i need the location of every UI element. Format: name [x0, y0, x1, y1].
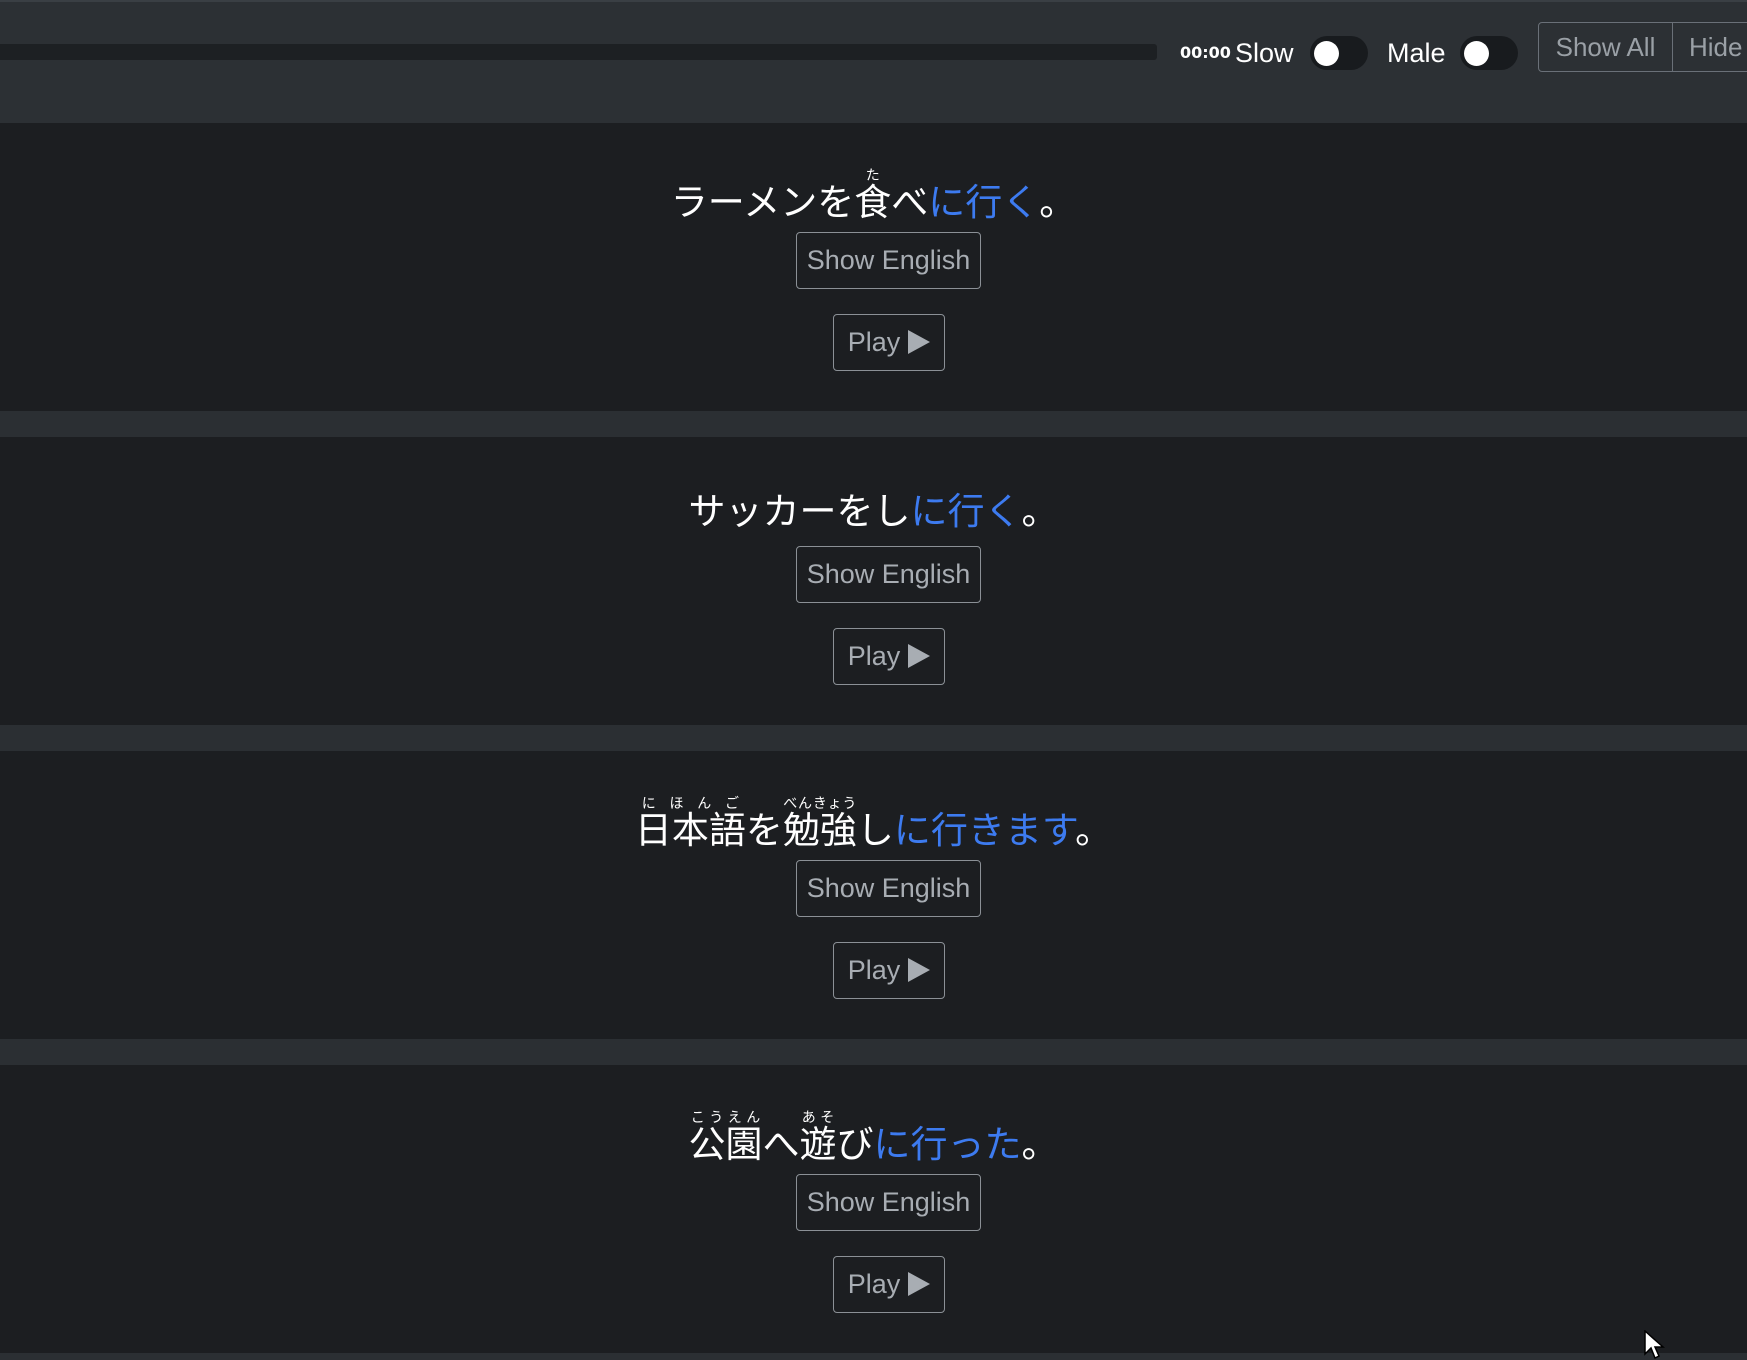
kanji-text: 遊	[799, 1123, 837, 1166]
kanji-with-furigana: 食た	[854, 168, 892, 224]
grammar-highlight: に行く	[928, 181, 1040, 224]
furigana-reading: にほんご	[634, 796, 746, 812]
kanji-with-furigana: 日本語にほんご	[634, 796, 746, 852]
sentence-text: を	[745, 809, 783, 852]
sentence-text: へ	[762, 1123, 800, 1166]
furigana-reading: あそ	[799, 1110, 837, 1126]
kanji-text: 公園	[688, 1123, 763, 1166]
show-english-button[interactable]: Show English	[796, 232, 981, 289]
play-button-label: Play	[847, 1269, 901, 1299]
sentence-card: サッカーをしに行く。 Show English Play	[0, 437, 1747, 725]
japanese-sentence: 日本語にほんごを勉強べんきょうしに行きます。	[0, 796, 1747, 861]
play-button[interactable]: Play	[833, 314, 945, 371]
play-triangle-icon	[908, 1272, 931, 1296]
sentence-card: 公園こうえんへ遊あそびに行った。 Show English Play	[0, 1065, 1747, 1353]
audio-player-bar: 00:00 Slow Male Show All Hide	[0, 0, 1747, 123]
furigana-reading: こうえん	[688, 1110, 763, 1126]
slow-toggle[interactable]	[1310, 36, 1368, 70]
kanji-with-furigana: 勉強べんきょう	[782, 796, 857, 852]
play-triangle-icon	[908, 958, 931, 982]
show-hide-button-group: Show All Hide	[1538, 22, 1747, 72]
male-toggle[interactable]	[1460, 36, 1518, 70]
grammar-highlight: に行きます	[893, 809, 1076, 852]
male-toggle-label: Male	[1387, 38, 1446, 68]
kanji-text: 日本語	[634, 809, 746, 852]
sentence-text: 。	[1039, 181, 1077, 224]
sentence-text: べ	[891, 181, 929, 224]
sentence-text: 。	[1021, 490, 1059, 533]
sentence-card: ラーメンを食たべに行く。 Show English Play	[0, 123, 1747, 411]
play-button-label: Play	[847, 955, 901, 985]
play-button-label: Play	[847, 641, 901, 671]
audio-progress-bar[interactable]	[0, 44, 1157, 60]
hide-button[interactable]: Hide	[1673, 22, 1747, 72]
play-button[interactable]: Play	[833, 942, 945, 999]
play-button[interactable]: Play	[833, 628, 945, 685]
japanese-sentence: ラーメンを食たべに行く。	[0, 168, 1747, 233]
male-toggle-knob	[1464, 41, 1489, 66]
kanji-with-furigana: 遊あそ	[799, 1110, 837, 1166]
sentence-text: び	[836, 1123, 874, 1166]
mouse-cursor-icon	[1644, 1330, 1665, 1360]
play-triangle-icon	[908, 644, 931, 668]
sentence-text: し	[856, 809, 894, 852]
furigana-reading: た	[854, 168, 892, 184]
grammar-highlight: に行った	[873, 1123, 1022, 1166]
slow-toggle-knob	[1314, 41, 1339, 66]
sentence-text: 。	[1021, 1123, 1059, 1166]
play-button-label: Play	[847, 327, 901, 357]
grammar-highlight: に行く	[910, 490, 1022, 533]
kanji-text: 食	[854, 181, 892, 224]
play-button[interactable]: Play	[833, 1256, 945, 1313]
show-english-button[interactable]: Show English	[796, 860, 981, 917]
show-english-button[interactable]: Show English	[796, 546, 981, 603]
japanese-sentence: サッカーをしに行く。	[0, 482, 1747, 542]
audio-time-readout: 00:00	[1180, 43, 1231, 62]
sentence-text: サッカーをし	[688, 490, 911, 533]
slow-toggle-label: Slow	[1235, 38, 1294, 68]
kanji-with-furigana: 公園こうえん	[688, 1110, 763, 1166]
kanji-text: 勉強	[782, 809, 857, 852]
show-english-button[interactable]: Show English	[796, 1174, 981, 1231]
japanese-sentence: 公園こうえんへ遊あそびに行った。	[0, 1110, 1747, 1175]
show-all-button[interactable]: Show All	[1538, 22, 1673, 72]
sentence-text: ラーメンを	[670, 181, 855, 224]
play-triangle-icon	[908, 330, 931, 354]
sentence-text: 。	[1075, 809, 1113, 852]
sentence-card: 日本語にほんごを勉強べんきょうしに行きます。 Show English Play	[0, 751, 1747, 1039]
furigana-reading: べんきょう	[782, 796, 857, 812]
